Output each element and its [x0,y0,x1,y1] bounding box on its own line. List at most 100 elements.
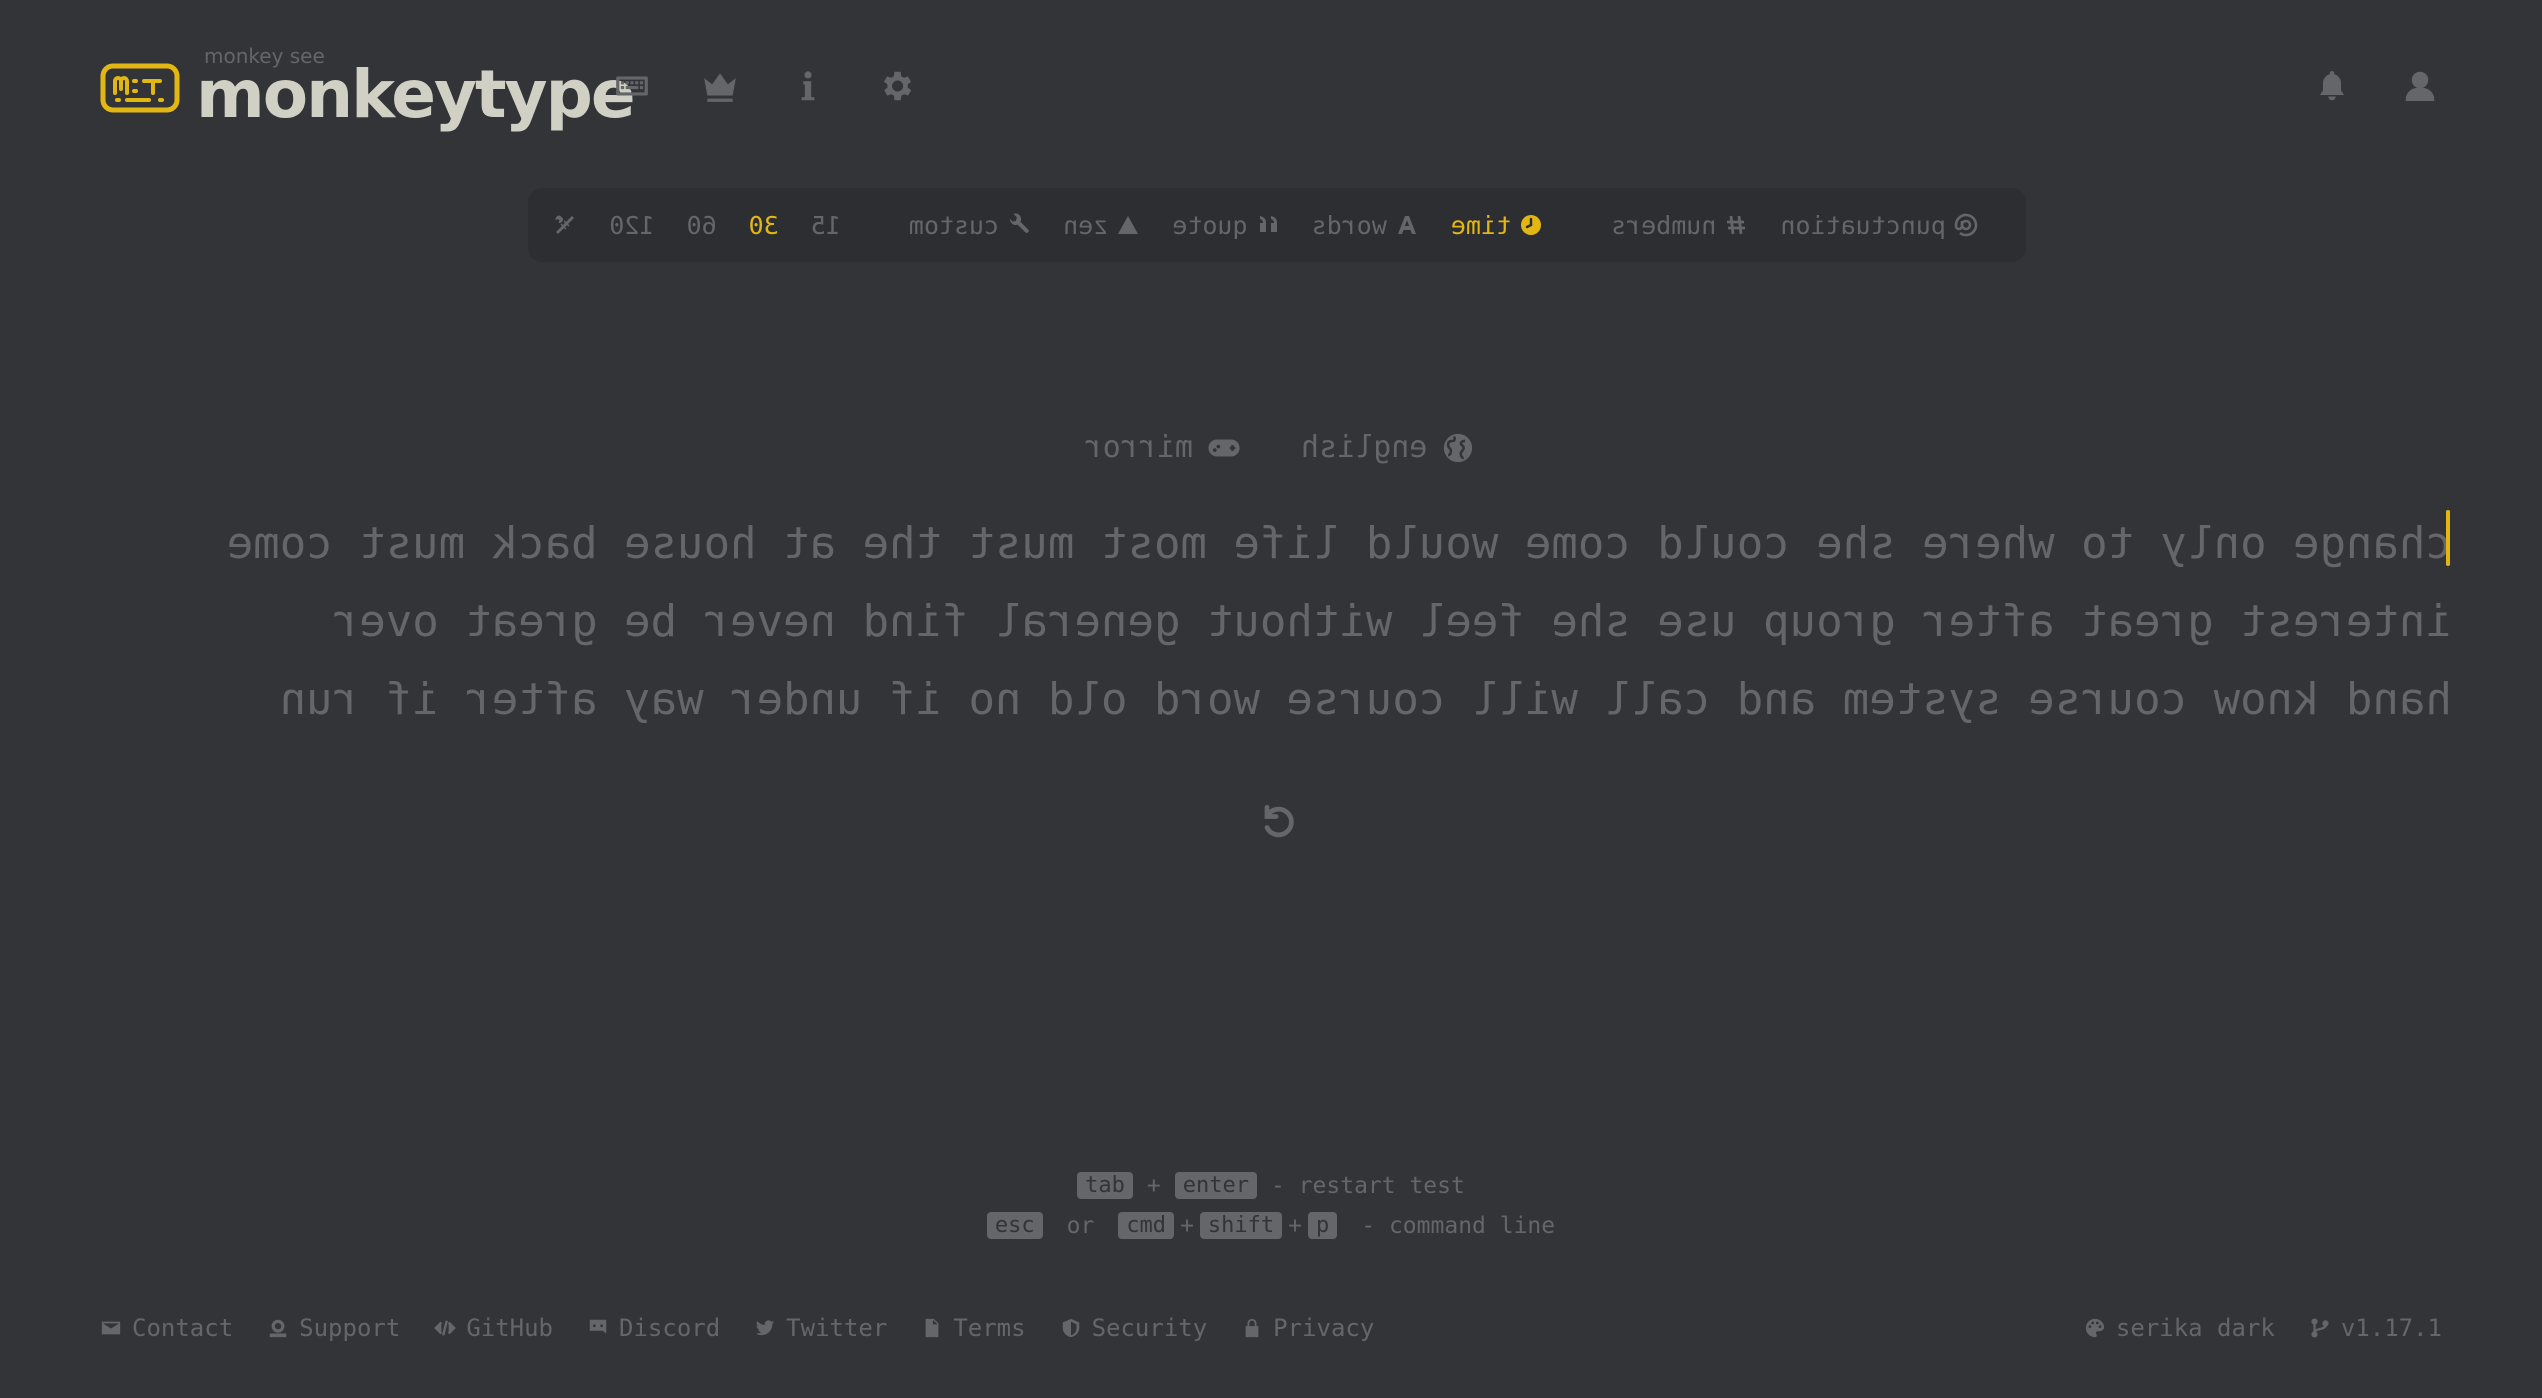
word-line: interest great after group use she feel … [332,596,2452,647]
key-esc: esc [986,1212,1043,1239]
or-text: or [1066,1212,1095,1239]
key-p: p [1308,1212,1338,1239]
file-icon [925,1318,939,1338]
theme-label: serika dark [2115,1314,2275,1342]
tools-icon [555,215,575,234]
footer-link-terms[interactable]: Terms [921,1314,1026,1342]
gear-icon[interactable] [874,64,918,108]
mode-time-label: time [1450,210,1512,240]
words-area[interactable]: change only to where she could come woul… [100,505,2452,745]
footer-link-label: GitHub [466,1314,554,1342]
logo-subtitle: monkey see [204,44,325,68]
clock-icon [1521,215,1542,235]
main-nav [610,64,918,108]
language-label: english [1300,430,1428,465]
header: monkey see monkeytype [100,38,2442,138]
code-icon [434,1320,457,1336]
footer-link-privacy[interactable]: Privacy [1241,1314,1374,1342]
footer-link-twitter[interactable]: Twitter [754,1314,887,1342]
mode-group: time words quote zen custom [909,211,1543,240]
shield-icon [1062,1318,1079,1338]
plus-sign: + [1180,1212,1194,1239]
theme-button[interactable]: serika dark [2084,1314,2275,1342]
logo-keyboard-icon [100,63,180,113]
funbox-button[interactable]: mirror [1085,430,1241,465]
crown-icon[interactable] [698,64,742,108]
footer: Contact Support GitHub Discord Twitter T… [100,1306,2442,1350]
palette-icon [2085,1318,2105,1338]
footer-link-label: Discord [619,1314,721,1342]
plus-sign: + [1288,1212,1303,1239]
mountain-icon [1118,216,1139,234]
mode-quote[interactable]: quote [1172,211,1279,240]
footer-link-label: Privacy [1273,1314,1375,1342]
at-icon [1954,213,1978,237]
quote-icon [1259,216,1277,232]
key-tab: tab [1077,1172,1133,1199]
custom-duration-button[interactable] [553,213,577,237]
code-branch-icon [2311,1318,2329,1338]
footer-link-label: Twitter [786,1314,888,1342]
restart-button[interactable] [1256,800,1300,844]
language-button[interactable]: english [1301,430,1475,465]
lock-icon [1245,1318,1259,1338]
hint-restart-text: - restart test [1270,1172,1465,1199]
footer-link-label: Security [1091,1314,1208,1342]
mode-words-label: words [1311,210,1387,240]
plus-sign: + [1146,1172,1161,1199]
rotate-icon [1264,804,1294,838]
word-line: change only to where she could come woul… [226,518,2452,569]
footer-link-github[interactable]: GitHub [434,1314,553,1342]
info-icon[interactable] [786,64,830,108]
footer-link-label: Contact [132,1314,234,1342]
version-label: v1.17.1 [2340,1314,2442,1342]
letter-a-icon [1397,216,1416,234]
numbers-toggle[interactable]: numbers [1611,211,1748,240]
mode-words[interactable]: words [1312,211,1419,240]
twitter-icon [756,1320,775,1336]
mode-custom-label: custom [908,210,1000,240]
test-config-bar: punctuation numbers time words quote zen… [528,188,2026,262]
duration-15[interactable]: 15 [811,211,841,240]
hint-restart: tab + enter - restart test [0,1172,2542,1199]
funbox-label: mirror [1084,430,1193,465]
key-shift: shift [1199,1212,1283,1239]
mode-quote-label: quote [1172,210,1248,240]
footer-link-label: Support [299,1314,401,1342]
gamepad-icon [1208,439,1240,456]
footer-link-contact[interactable]: Contact [100,1314,233,1342]
keyboard-icon[interactable] [610,64,654,108]
typing-caret [2446,510,2450,566]
account-nav [2310,64,2442,108]
footer-link-security[interactable]: Security [1060,1314,1208,1342]
duration-group: 15 30 60 120 [553,211,841,240]
mode-time[interactable]: time [1451,211,1543,240]
test-mode-info: english mirror [0,430,2542,480]
hint-command-text: - command line [1361,1212,1556,1239]
hint-command-line: esc or cmd + shift + p - command line [0,1212,2542,1239]
word-line: hand know course system and call will co… [279,674,2452,725]
wrench-icon [1009,213,1029,233]
footer-link-discord[interactable]: Discord [587,1314,720,1342]
globe-icon [1444,433,1473,462]
key-enter: enter [1174,1172,1257,1199]
version-button[interactable]: v1.17.1 [2309,1314,2442,1342]
donate-icon [269,1319,287,1338]
logo[interactable]: monkey see monkeytype [100,38,636,138]
footer-link-label: Terms [953,1314,1026,1342]
footer-meta: serika dark v1.17.1 [2084,1306,2442,1350]
footer-links: Contact Support GitHub Discord Twitter T… [100,1306,1374,1350]
discord-icon [589,1319,607,1334]
mode-custom[interactable]: custom [909,211,1031,240]
punctuation-label: punctuation [1780,210,1946,240]
mode-zen-label: zen [1063,210,1109,240]
punctuation-toggle[interactable]: punctuation [1780,211,1978,240]
duration-60[interactable]: 60 [687,211,717,240]
mode-zen[interactable]: zen [1063,211,1140,240]
footer-link-support[interactable]: Support [267,1314,400,1342]
numbers-label: numbers [1611,210,1717,240]
duration-120[interactable]: 120 [609,211,654,240]
user-icon[interactable] [2398,64,2442,108]
bell-icon[interactable] [2310,64,2354,108]
duration-30[interactable]: 30 [749,211,779,240]
